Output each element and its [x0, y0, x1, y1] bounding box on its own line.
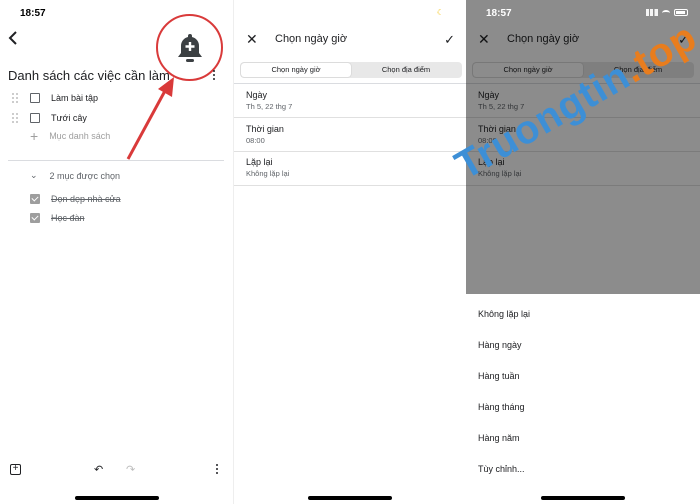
- checked-items-count: 2 mục được chọn: [49, 170, 121, 181]
- status-time: 18:57: [486, 8, 512, 19]
- status-icons: [646, 9, 688, 16]
- back-arrow-icon[interactable]: [6, 30, 20, 46]
- close-icon[interactable]: ✕: [246, 32, 258, 46]
- add-box-icon[interactable]: +: [10, 464, 21, 475]
- plus-icon: +: [30, 128, 39, 144]
- notes-list-screen: 18:57 Danh sách các việc cần làm Làm bài…: [0, 0, 233, 504]
- repeat-option[interactable]: Hàng ngày: [478, 340, 522, 350]
- repeat-option[interactable]: Không lặp lại: [478, 309, 530, 319]
- divider: [8, 160, 224, 161]
- field-label: Thời gian: [246, 124, 284, 134]
- confirm-check-icon[interactable]: ✓: [444, 32, 455, 48]
- list-item[interactable]: Tưới cây: [12, 110, 87, 126]
- divider: [234, 83, 466, 84]
- tab-date-time[interactable]: Chọn ngày giờ: [241, 63, 351, 77]
- status-time: 18:57: [20, 8, 46, 19]
- annotation-arrow-icon: [126, 77, 174, 160]
- wifi-icon: [662, 9, 670, 16]
- repeat-picker-screen: ✕ Chọn ngày giờ ✓ Chọn ngày giờ Chọn địa…: [466, 0, 700, 504]
- list-item-label[interactable]: Làm bài tập: [51, 93, 98, 103]
- repeat-options-sheet: Không lặp lại Hàng ngày Hàng tuần Hàng t…: [466, 294, 700, 504]
- checked-item-label[interactable]: Dọn dẹp nhà cửa: [51, 194, 121, 204]
- home-indicator: [308, 496, 392, 500]
- more-vert-icon[interactable]: [215, 464, 219, 476]
- checked-list-item[interactable]: Dọn dẹp nhà cửa: [30, 191, 121, 207]
- checkbox-checked[interactable]: [30, 213, 40, 223]
- list-item-label[interactable]: Tưới cây: [51, 113, 87, 123]
- repeat-option[interactable]: Hàng năm: [478, 433, 520, 443]
- list-item[interactable]: Làm bài tập: [12, 90, 98, 106]
- field-label: Ngày: [246, 90, 268, 100]
- add-alarm-icon: [178, 34, 202, 62]
- home-indicator: [74, 496, 159, 500]
- reminder-dialog: ☾ ✕ Chọn ngày giờ ✓ Chọn ngày giờ Chọn đ…: [233, 0, 466, 504]
- bottom-toolbar: + ↶ ↷: [0, 464, 233, 478]
- drag-handle-icon[interactable]: [12, 93, 20, 103]
- checkbox[interactable]: [30, 113, 40, 123]
- undo-icon[interactable]: ↶: [94, 463, 103, 476]
- divider: [234, 117, 466, 118]
- field-value: 08:00: [246, 136, 265, 145]
- repeat-option[interactable]: Hàng tháng: [478, 402, 525, 412]
- divider: [234, 185, 466, 186]
- time-field[interactable]: Thời gian 08:00: [246, 124, 284, 145]
- dialog-title: Chọn ngày giờ: [275, 33, 348, 45]
- field-value: Th 5, 22 thg 7: [246, 102, 293, 111]
- checked-items-toggle[interactable]: ⌄ 2 mục được chọn: [30, 170, 120, 181]
- segmented-control: Chọn ngày giờ Chọn địa điểm: [240, 62, 462, 78]
- field-label: Lặp lại: [246, 157, 273, 167]
- signal-icon: [646, 9, 658, 16]
- list-title[interactable]: Danh sách các việc cần làm: [8, 68, 170, 83]
- field-value: Không lặp lại: [246, 169, 290, 178]
- more-vert-icon[interactable]: [212, 70, 216, 82]
- date-field[interactable]: Ngày Th 5, 22 thg 7: [246, 90, 292, 111]
- checked-item-label[interactable]: Học đàn: [51, 213, 85, 223]
- checkbox-checked[interactable]: [30, 194, 40, 204]
- add-list-item[interactable]: + Mục danh sách: [30, 128, 111, 144]
- repeat-field[interactable]: Lặp lại Không lặp lại: [246, 157, 289, 178]
- redo-icon[interactable]: ↷: [126, 463, 135, 476]
- moon-icon: ☾: [436, 8, 444, 17]
- repeat-option[interactable]: Hàng tuần: [478, 371, 520, 381]
- checked-list-item[interactable]: Học đàn: [30, 210, 85, 226]
- add-list-item-placeholder: Mục danh sách: [49, 131, 111, 141]
- battery-icon: [674, 9, 688, 16]
- chevron-down-icon: ⌄: [30, 170, 38, 180]
- repeat-option[interactable]: Tùy chỉnh...: [478, 464, 525, 474]
- drag-handle-icon[interactable]: [12, 113, 20, 123]
- checkbox[interactable]: [30, 93, 40, 103]
- home-indicator: [541, 496, 625, 500]
- tab-location[interactable]: Chọn địa điểm: [351, 63, 461, 77]
- modal-scrim[interactable]: [466, 0, 700, 294]
- divider: [234, 151, 466, 152]
